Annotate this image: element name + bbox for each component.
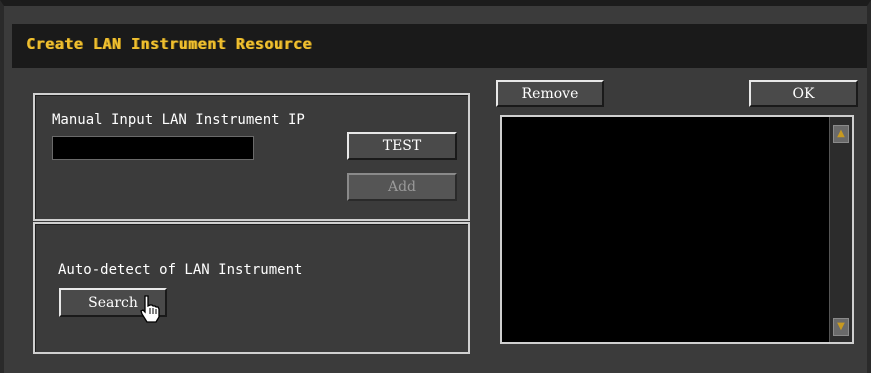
hand-cursor-icon — [140, 295, 160, 323]
auto-detect-label: Auto-detect of LAN Instrument — [58, 262, 303, 278]
add-button[interactable]: Add — [347, 173, 457, 201]
dialog-title: Create LAN Instrument Resource — [26, 35, 312, 53]
test-button[interactable]: TEST — [347, 132, 457, 160]
remove-button[interactable]: Remove — [496, 80, 604, 107]
resource-list-scrollbar[interactable]: ▲ ▼ — [829, 117, 852, 342]
manual-input-label: Manual Input LAN Instrument IP — [52, 112, 305, 128]
triangle-up-icon[interactable]: ▲ — [833, 125, 849, 143]
ip-address-field[interactable] — [52, 136, 254, 160]
ok-button[interactable]: OK — [749, 80, 858, 107]
title-bar: Create LAN Instrument Resource — [12, 24, 867, 68]
triangle-down-icon[interactable]: ▼ — [833, 318, 849, 336]
resource-list[interactable]: ▲ ▼ — [500, 115, 854, 344]
